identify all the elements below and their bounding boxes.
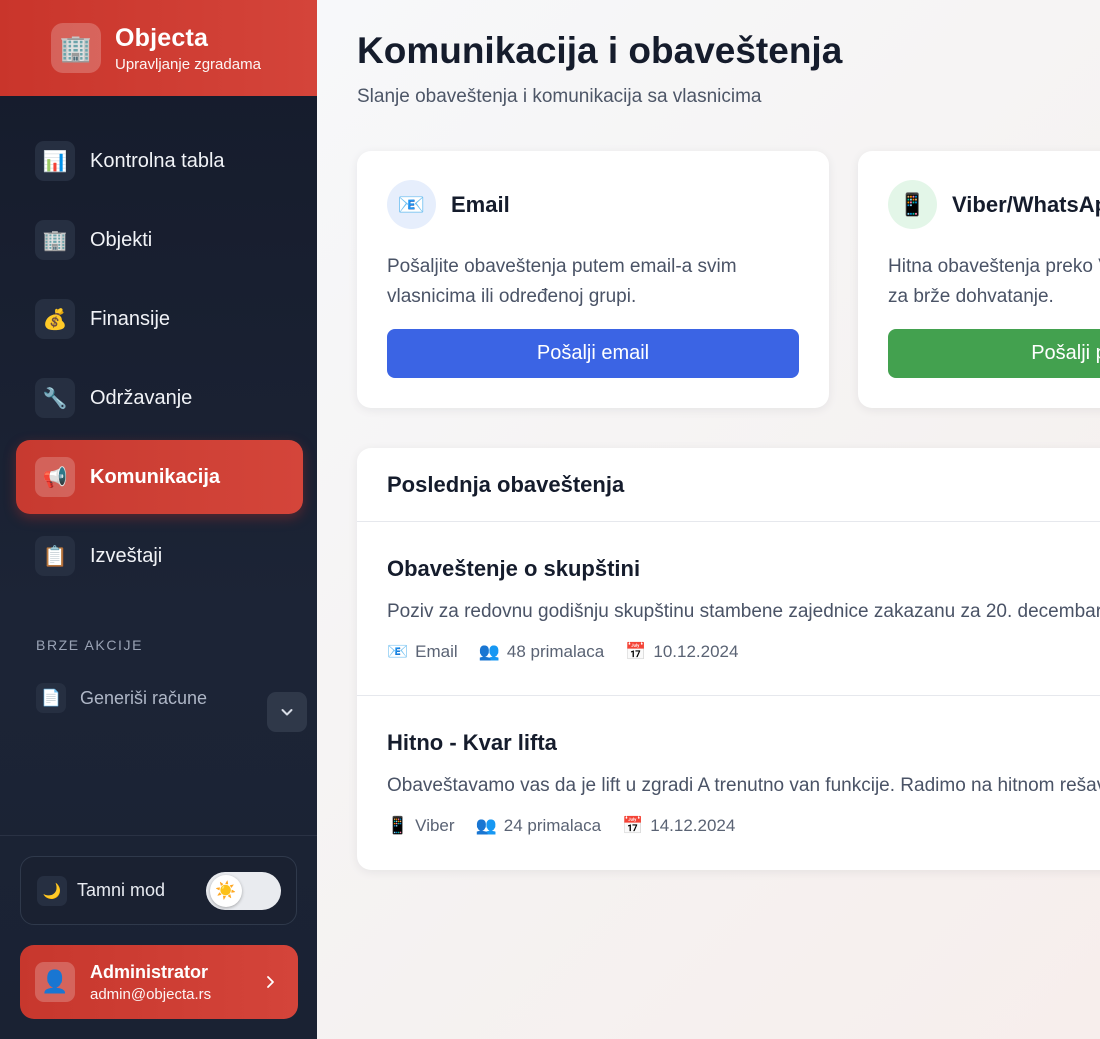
notification-channel: 📱 Viber <box>387 816 455 836</box>
sidebar-item-finansije[interactable]: 💰 Finansije <box>16 282 303 356</box>
notification-channel: 📧 Email <box>387 642 458 662</box>
recent-notifications-header: Poslednja obaveštenja <box>357 448 1100 522</box>
channel-label: Email <box>415 642 458 661</box>
channel-label: Viber <box>415 816 455 835</box>
wrench-icon: 🔧 <box>35 378 75 418</box>
envelope-icon: 📧 <box>387 642 409 661</box>
send-message-button[interactable]: Pošalji poruku <box>888 329 1100 378</box>
main-content: Komunikacija i obaveštenja Slanje obaveš… <box>317 0 1100 1039</box>
dark-mode-toggle[interactable]: ☀️ <box>206 872 281 910</box>
page-subtitle: Slanje obaveštenja i komunikacija sa vla… <box>357 86 762 107</box>
send-email-button[interactable]: Pošalji email <box>387 329 799 378</box>
sidebar-item-label: Objekti <box>90 228 153 251</box>
calendar-icon: 📅 <box>625 642 647 661</box>
sidebar-item-label: Kontrolna tabla <box>90 149 225 172</box>
email-channel-card: 📧 Email Pošaljite obaveštenja putem emai… <box>357 151 829 408</box>
sun-icon: ☀️ <box>210 875 242 907</box>
notification-title: Obaveštenje o skupštini <box>387 556 641 581</box>
building-icon: 🏢 <box>35 220 75 260</box>
money-bag-icon: 💰 <box>35 299 75 339</box>
date-label: 14.12.2024 <box>650 816 736 835</box>
viber-whatsapp-channel-card: 📱 Viber/WhatsApp Hitna obaveštenja preko… <box>858 151 1100 408</box>
document-icon: 📄 <box>36 683 66 713</box>
channel-description: Hitna obaveštenja preko Viber ili WhatsA… <box>888 256 1100 307</box>
sidebar-item-label: Finansije <box>90 307 171 330</box>
main-nav: 📊 Kontrolna tabla 🏢 Objekti 💰 Finansije … <box>16 124 303 598</box>
sidebar-item-label: Komunikacija <box>90 465 221 488</box>
chart-icon: 📊 <box>35 141 75 181</box>
moon-icon: 🌙 <box>37 875 67 906</box>
notification-body: Poziv za redovnu godišnju skupštinu stam… <box>387 601 1100 622</box>
date-label: 10.12.2024 <box>653 642 739 661</box>
dark-mode-row: 🌙 Tamni mod ☀️ <box>20 856 297 925</box>
sidebar-divider <box>0 835 317 836</box>
channel-title: Viber/WhatsApp <box>952 192 1100 217</box>
chevron-down-icon <box>281 709 293 716</box>
expand-quick-actions-button[interactable] <box>267 692 307 732</box>
sidebar-item-kontrolna-tabla[interactable]: 📊 Kontrolna tabla <box>16 124 303 198</box>
quick-action-label: Generiši račune <box>80 687 208 708</box>
sidebar-item-odrzavanje[interactable]: 🔧 Održavanje <box>16 361 303 435</box>
chevron-right-icon <box>267 976 274 988</box>
recipients-count: 48 primalaca <box>506 642 605 661</box>
mobile-phone-icon: 📱 <box>888 180 937 229</box>
dark-mode-label: Tamni mod <box>77 880 166 900</box>
clipboard-icon: 📋 <box>35 536 75 576</box>
recent-notifications-title: Poslednja obaveštenja <box>387 471 625 497</box>
recent-notifications-card: Poslednja obaveštenja Obaveštenje o skup… <box>357 448 1100 870</box>
page-title: Komunikacija i obaveštenja <box>357 30 843 71</box>
megaphone-icon: 📢 <box>35 457 75 497</box>
people-icon: 👥 <box>475 816 497 835</box>
channel-description: Pošaljite obaveštenja putem email-a svim… <box>387 256 737 307</box>
list-item[interactable]: Obaveštenje o skupštini Poziv za redovnu… <box>357 522 1100 696</box>
list-item[interactable]: Hitno - Kvar lifta Obaveštavamo vas da j… <box>357 696 1100 870</box>
sidebar-item-label: Izveštaji <box>90 544 163 567</box>
user-profile-card[interactable]: 👤 Administrator admin@objecta.rs <box>20 945 298 1019</box>
building-logo-icon: 🏢 <box>51 23 101 73</box>
sidebar-item-objekti[interactable]: 🏢 Objekti <box>16 203 303 277</box>
notification-title: Hitno - Kvar lifta <box>387 730 557 755</box>
notification-date: 📅 14.12.2024 <box>622 816 735 836</box>
sidebar-item-komunikacija[interactable]: 📢 Komunikacija <box>16 440 303 514</box>
quick-actions-title: BRZE AKCIJE <box>36 637 144 653</box>
notification-recipients: 👥 24 primalaca <box>476 816 602 836</box>
quick-action-generate-invoices[interactable]: 📄 Generiši račune <box>36 683 207 713</box>
sidebar-item-izvestaji[interactable]: 📋 Izveštaji <box>16 519 303 593</box>
user-email: admin@objecta.rs <box>90 985 212 1003</box>
mobile-phone-icon: 📱 <box>387 816 409 835</box>
sidebar-item-label: Održavanje <box>90 386 193 409</box>
people-icon: 👥 <box>478 642 500 661</box>
brand-title: Objecta <box>115 23 209 52</box>
notification-meta: 📧 Email 👥 48 primalaca 📅 10.12.2024 <box>387 642 759 662</box>
user-name: Administrator <box>90 961 209 982</box>
notification-date: 📅 10.12.2024 <box>625 642 738 662</box>
notification-meta: 📱 Viber 👥 24 primalaca 📅 14.12.2024 <box>387 816 756 836</box>
envelope-icon: 📧 <box>387 180 436 229</box>
avatar: 👤 <box>35 962 75 1002</box>
calendar-icon: 📅 <box>622 816 644 835</box>
notification-recipients: 👥 48 primalaca <box>479 642 605 662</box>
channel-title: Email <box>451 192 510 217</box>
recipients-count: 24 primalaca <box>503 816 602 835</box>
notification-body: Obaveštavamo vas da je lift u zgradi A t… <box>387 775 1100 796</box>
brand-subtitle: Upravljanje zgradama <box>115 55 261 73</box>
sidebar: 🏢 Objecta Upravljanje zgradama 📊 Kontrol… <box>0 0 317 1039</box>
brand-header[interactable]: 🏢 Objecta Upravljanje zgradama <box>0 0 317 96</box>
